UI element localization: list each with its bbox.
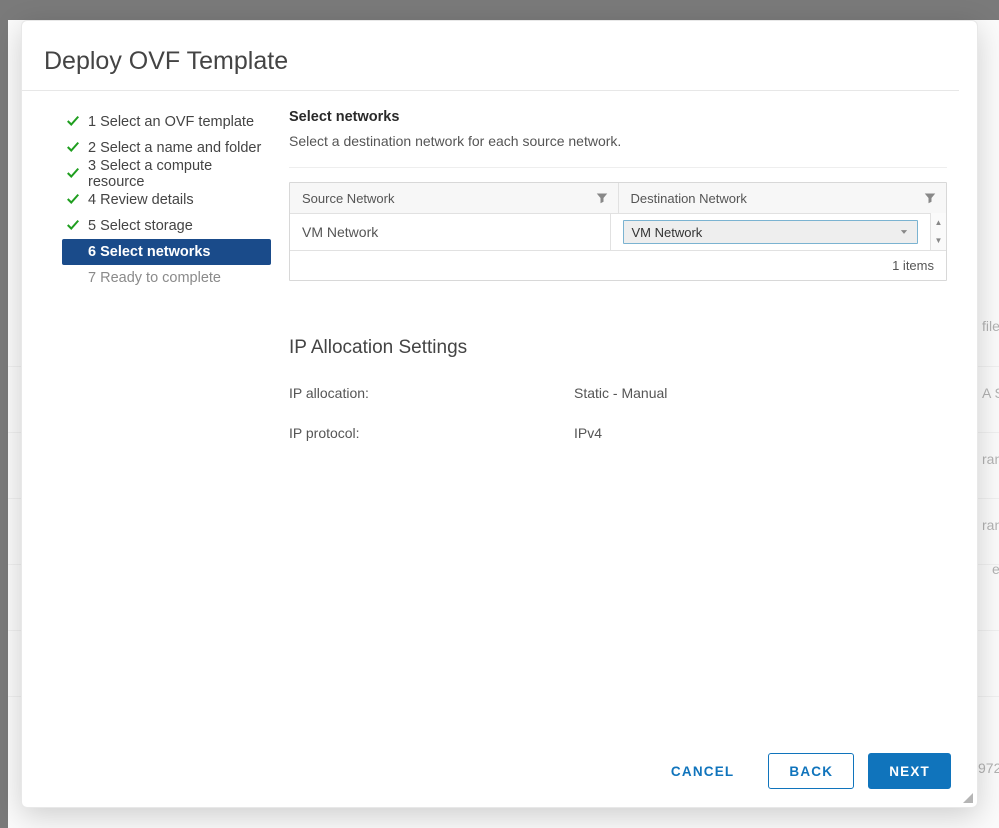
checkmark-icon — [66, 192, 80, 206]
ip-allocation-title: IP Allocation Settings — [289, 337, 947, 359]
col-destination-network[interactable]: Destination Network — [619, 183, 947, 213]
table-row: VM Network VM Network — [290, 213, 930, 250]
dialog-title: Deploy OVF Template — [22, 21, 959, 91]
content-area: Select networks Select a destination net… — [277, 91, 977, 739]
step-label: 6 Select networks — [88, 244, 211, 260]
back-button[interactable]: BACK — [768, 753, 854, 789]
ip-allocation-label: IP allocation: — [289, 385, 574, 401]
wizard-steps: 1 Select an OVF template 2 Select a name… — [22, 91, 277, 739]
step-select-ovf[interactable]: 1 Select an OVF template — [22, 109, 277, 135]
section-desc: Select a destination network for each so… — [289, 133, 947, 149]
step-label: 3 Select a compute resource — [88, 158, 263, 190]
step-select-storage[interactable]: 5 Select storage — [22, 213, 277, 239]
step-review-details[interactable]: 4 Review details — [22, 187, 277, 213]
col-source-network[interactable]: Source Network — [290, 183, 619, 213]
checkmark-icon — [66, 140, 80, 154]
resize-grip-icon[interactable] — [961, 791, 973, 803]
ip-allocation-section: IP Allocation Settings IP allocation: St… — [289, 337, 947, 441]
destination-network-select[interactable]: VM Network — [623, 220, 919, 244]
networks-table: Source Network Destination Network VM Ne… — [289, 182, 947, 281]
col-label: Source Network — [302, 191, 394, 206]
filter-icon[interactable] — [596, 192, 608, 204]
checkmark-icon — [66, 218, 80, 232]
dialog-footer: CANCEL BACK NEXT — [22, 739, 977, 807]
step-compute-resource[interactable]: 3 Select a compute resource — [22, 161, 277, 187]
table-header-row: Source Network Destination Network — [290, 183, 946, 213]
step-select-networks[interactable]: 6 Select networks — [62, 239, 271, 265]
scroll-up-icon[interactable]: ▲ — [931, 213, 946, 232]
scroll-down-icon[interactable]: ▼ — [931, 232, 946, 251]
ip-protocol-value: IPv4 — [574, 425, 602, 441]
checkmark-icon — [66, 166, 80, 180]
ip-protocol-label: IP protocol: — [289, 425, 574, 441]
items-count: 1 items — [892, 258, 934, 273]
step-label: 1 Select an OVF template — [88, 114, 254, 130]
deploy-ovf-dialog: Deploy OVF Template 1 Select an OVF temp… — [21, 20, 978, 808]
cell-source-network: VM Network — [290, 214, 611, 250]
step-ready-complete: 7 Ready to complete — [22, 265, 277, 291]
table-scroll-arrows: ▲ ▼ — [930, 213, 946, 250]
section-title: Select networks — [289, 109, 947, 125]
step-label: 7 Ready to complete — [88, 270, 221, 286]
checkmark-icon — [66, 114, 80, 128]
col-label: Destination Network — [631, 191, 747, 206]
ip-protocol-row: IP protocol: IPv4 — [289, 425, 947, 441]
next-button[interactable]: NEXT — [868, 753, 951, 789]
step-label: 2 Select a name and folder — [88, 140, 261, 156]
cell-destination-network: VM Network — [611, 214, 931, 250]
source-network-value: VM Network — [302, 224, 378, 240]
destination-network-value: VM Network — [632, 225, 703, 240]
chevron-down-icon — [899, 227, 909, 237]
table-footer: 1 items — [290, 250, 946, 280]
ip-allocation-row: IP allocation: Static - Manual — [289, 385, 947, 401]
cancel-button[interactable]: CANCEL — [651, 753, 754, 789]
filter-icon[interactable] — [924, 192, 936, 204]
ip-allocation-value: Static - Manual — [574, 385, 667, 401]
step-label: 4 Review details — [88, 192, 194, 208]
step-label: 5 Select storage — [88, 218, 193, 234]
